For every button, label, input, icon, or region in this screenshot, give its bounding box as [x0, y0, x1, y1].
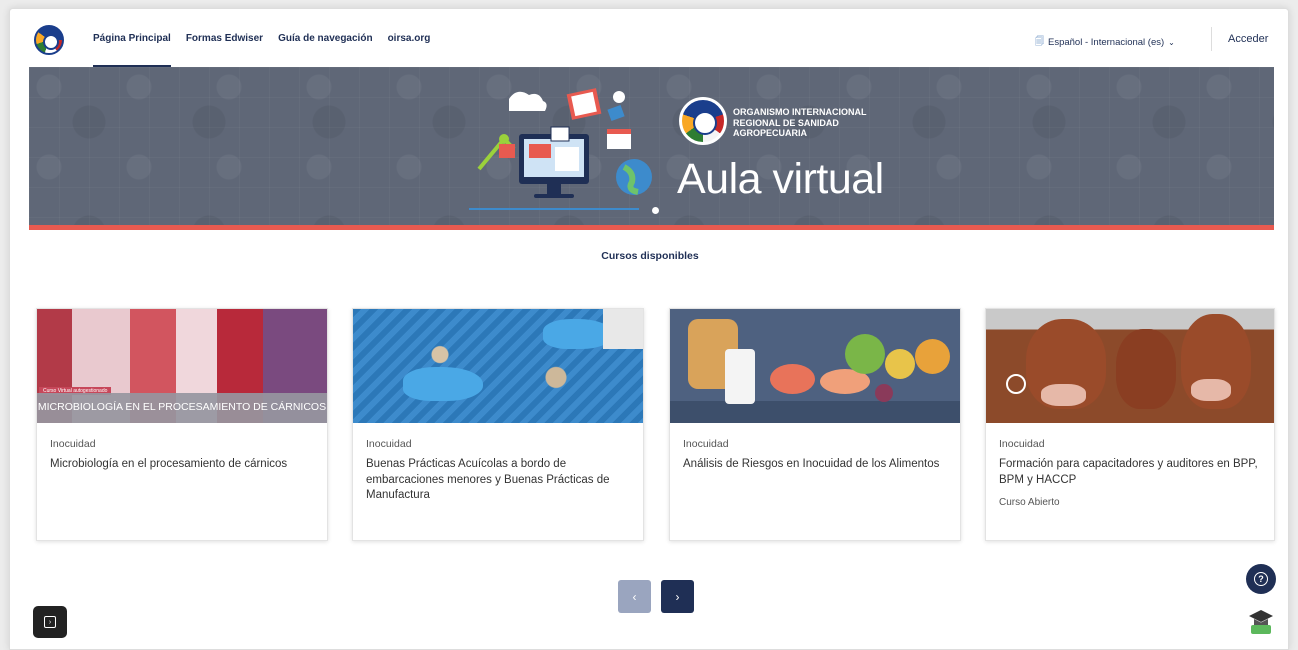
browser-page: Página Principal Formas Edwiser Guía de … [9, 8, 1289, 650]
cow-nose-shape [1041, 384, 1086, 406]
elearning-illustration [469, 88, 652, 210]
language-icon: 🗐 [1035, 36, 1044, 46]
course-image-cattle [986, 309, 1274, 423]
hero-title: Aula virtual [677, 155, 884, 203]
course-open-label: Curso Abierto [999, 497, 1060, 508]
cow-nose-shape [1191, 379, 1231, 401]
course-title[interactable]: Análisis de Riesgos en Inocuidad de los … [683, 457, 951, 473]
next-page-button[interactable]: › [661, 580, 694, 613]
top-navbar: Página Principal Formas Edwiser Guía de … [10, 9, 1288, 67]
course-category: Inocuidad [50, 438, 96, 450]
nav-link-edwiser-forms[interactable]: Formas Edwiser [186, 9, 263, 67]
graduation-cap-icon[interactable] [1248, 607, 1274, 635]
course-card[interactable]: Inocuidad Buenas Prácticas Acuícolas a b… [352, 308, 644, 541]
table-shape [670, 401, 960, 423]
glove-shape [403, 367, 483, 401]
course-title[interactable]: Buenas Prácticas Acuícolas a bordo de em… [366, 457, 634, 504]
nav-divider [1211, 27, 1212, 51]
course-category: Inocuidad [999, 438, 1045, 450]
grape-shape [875, 384, 893, 402]
chevron-right-icon: › [675, 589, 680, 604]
nav-links: Página Principal Formas Edwiser Guía de … [93, 9, 430, 67]
nav-link-navigation-guide[interactable]: Guía de navegación [278, 9, 372, 67]
course-card[interactable]: Inocuidad Formación para capacitadores y… [985, 308, 1275, 541]
organization-name: ORGANISMO INTERNACIONAL REGIONAL DE SANI… [733, 107, 867, 138]
section-title: Cursos disponibles [601, 250, 699, 262]
course-image-shrimp [353, 309, 643, 423]
course-category: Inocuidad [366, 438, 412, 450]
login-link[interactable]: Acceder [1228, 33, 1268, 45]
course-card[interactable]: Inocuidad Análisis de Riesgos en Inocuid… [669, 308, 961, 541]
fruit-shape [885, 349, 915, 379]
course-image-text: MICROBIOLOGÍA EN EL PROCESAMIENTO DE CÁR… [37, 401, 327, 413]
course-title[interactable]: Formación para capacitadores y auditores… [999, 457, 1267, 488]
milk-shape [725, 349, 755, 404]
previous-page-button[interactable]: ‹ [618, 580, 651, 613]
chevron-left-icon: ‹ [632, 589, 637, 604]
vegetable-shape [845, 334, 885, 374]
course-image-food [670, 309, 960, 423]
apron-shape [603, 309, 643, 349]
chevron-down-icon: ⌄ [1168, 37, 1175, 47]
hero-banner: ORGANISMO INTERNACIONAL REGIONAL DE SANI… [29, 67, 1274, 225]
meat-shape [770, 364, 815, 394]
carousel-indicator[interactable] [652, 207, 659, 214]
oirsa-logo[interactable] [34, 25, 64, 55]
course-category: Inocuidad [683, 438, 729, 450]
hero-accent-bar [29, 225, 1274, 230]
cow-shape [1116, 329, 1176, 409]
language-selector[interactable]: 🗐 Español - Internacional (es) ⌄ [1035, 34, 1175, 50]
drawer-toggle-icon: › [44, 616, 56, 628]
nav-link-oirsa-org[interactable]: oirsa.org [388, 9, 431, 67]
help-button[interactable]: ? [1246, 564, 1276, 594]
language-label: Español - Internacional (es) [1048, 36, 1165, 48]
drawer-toggle-button[interactable]: › [33, 606, 67, 638]
fruit-shape [915, 339, 950, 374]
course-card[interactable]: Curso Virtual autogestionado MICROBIOLOG… [36, 308, 328, 541]
course-image-meat: Curso Virtual autogestionado MICROBIOLOG… [37, 309, 327, 423]
nav-link-home[interactable]: Página Principal [93, 9, 171, 67]
oirsa-emblem [679, 97, 727, 145]
course-title[interactable]: Microbiología en el procesamiento de cár… [50, 457, 318, 473]
oirsa-watermark-logo [1006, 374, 1026, 394]
help-icon: ? [1254, 572, 1268, 586]
